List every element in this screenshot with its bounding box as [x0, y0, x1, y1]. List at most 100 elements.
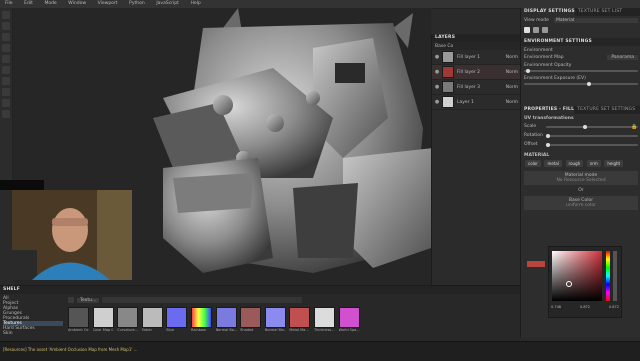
offset-label: Offset [524, 142, 538, 147]
tool-sidebar [0, 8, 13, 180]
visibility-eye-icon[interactable]: ● [434, 99, 440, 105]
camera-settings-icon[interactable] [524, 27, 530, 33]
paint-brush-icon[interactable] [2, 11, 10, 19]
menu-help[interactable]: Help [186, 0, 206, 8]
menu-mode[interactable]: Mode [39, 0, 61, 8]
shelf-item[interactable]: Normal Ba... [215, 306, 239, 332]
shelf-item[interactable]: Shaded [240, 306, 263, 332]
visibility-eye-icon[interactable]: ● [434, 69, 440, 75]
shelf-filter-chip[interactable]: Textu... [77, 297, 100, 303]
menu-javascript[interactable]: JavaScript [151, 0, 184, 8]
properties-fill-panel: PROPERTIES - FILL TEXTURE SET SETTINGS U… [520, 106, 640, 338]
clone-icon[interactable] [2, 66, 10, 74]
shelf-item[interactable]: Normal Ma... [264, 306, 288, 332]
shelf-item[interactable]: Metal Ma... [289, 306, 312, 332]
environment-opacity-slider[interactable] [524, 69, 638, 73]
layer-name: Fill layer 3 [457, 84, 481, 90]
menu-window[interactable]: Window [63, 0, 91, 8]
shelf-item[interactable]: Rainbow [190, 306, 214, 332]
layer-row[interactable]: ● Fill layer 3 Norm [432, 80, 520, 95]
layer-blend[interactable]: Norm [506, 100, 518, 105]
hue-slider[interactable] [606, 251, 610, 301]
dark-strip [0, 180, 44, 190]
smudge-icon[interactable] [2, 55, 10, 63]
layer-thumbnail [442, 96, 454, 108]
camera-icon[interactable] [2, 110, 10, 118]
status-bar: [Resources] The asset 'Ambient Occlusion… [0, 341, 640, 361]
shelf-item[interactable]: Ambient Oc... [68, 306, 91, 332]
channel-button-nrm[interactable]: nrm [586, 160, 601, 167]
close-icon[interactable] [542, 27, 548, 33]
blend-channel-label[interactable]: Base Co [435, 44, 453, 49]
alpha-slider[interactable] [613, 251, 617, 301]
tab-texture-set-list[interactable]: TEXTURE SET LIST [574, 8, 623, 16]
layer-name: Layer 1 [457, 99, 474, 105]
channel-button-metal[interactable]: metal [544, 160, 562, 167]
menu-python[interactable]: Python [124, 0, 150, 8]
bake-icon[interactable] [2, 99, 10, 107]
visibility-eye-icon[interactable]: ● [434, 54, 440, 60]
saturation-value-field[interactable] [552, 251, 602, 301]
tab-texture-set-settings[interactable]: TEXTURE SET SETTINGS [574, 106, 636, 114]
or-label: Or [578, 188, 584, 193]
shelf-item[interactable]: Color Map f... [92, 306, 116, 332]
channel-button-rough[interactable]: rough [565, 160, 584, 167]
layers-title: LAYERS [432, 34, 520, 42]
folder-icon[interactable] [68, 297, 74, 303]
color-value-b[interactable]: 0.872 [609, 305, 619, 309]
projection-icon[interactable] [2, 33, 10, 41]
presenter-video [12, 190, 132, 280]
shelf-title: SHELF [0, 286, 520, 294]
menu-viewport[interactable]: Viewport [93, 0, 123, 8]
layer-row[interactable]: ● Layer 1 Norm [432, 95, 520, 110]
layers-panel: LAYERS Base Co ● Fill layer 1 Norm ● Fil… [431, 34, 520, 285]
geometry-mask-icon[interactable] [2, 44, 10, 52]
layer-name: Fill layer 2 [457, 69, 481, 75]
tab-display-settings[interactable]: DISPLAY SETTINGS [521, 8, 575, 16]
color-picker[interactable]: 0.748 0.872 0.872 [548, 246, 622, 318]
no-resource-label: No Resource Selected [556, 178, 606, 183]
shelf-panel: SHELF All Project Alphas Grunges Procedu… [0, 285, 520, 342]
scale-label: Scale [524, 124, 537, 129]
picker-cursor[interactable] [566, 281, 572, 287]
view-mode-label: View mode [524, 18, 549, 23]
color-value-r[interactable]: 0.748 [551, 305, 561, 309]
menu-edit[interactable]: Edit [19, 0, 38, 8]
layer-row[interactable]: ● Fill layer 1 Norm [432, 50, 520, 65]
material-picker-icon[interactable] [2, 77, 10, 85]
color-swatch-accent[interactable] [527, 261, 545, 267]
environment-icon[interactable] [533, 27, 539, 33]
layer-thumbnail [442, 66, 454, 78]
layer-blend[interactable]: Norm [506, 85, 518, 90]
environment-exposure-slider[interactable] [524, 82, 638, 86]
shelf-item[interactable]: Thickness... [313, 306, 337, 332]
rotation-label: Rotation [524, 133, 543, 138]
offset-slider[interactable] [546, 142, 638, 147]
shelf-item[interactable]: Blue [166, 306, 189, 332]
rotation-slider[interactable] [546, 133, 638, 138]
visibility-eye-icon[interactable]: ● [434, 84, 440, 90]
layer-row-selected[interactable]: ● Fill layer 2 Norm [432, 65, 520, 80]
lock-icon[interactable]: 🔒 [631, 124, 637, 130]
tab-properties-fill[interactable]: PROPERTIES - FILL [521, 106, 575, 114]
environment-map-value[interactable]: Panorama [607, 55, 638, 60]
shelf-item[interactable]: World Spa... [338, 306, 362, 332]
scale-slider[interactable] [546, 124, 638, 129]
environment-section-title: ENVIRONMENT SETTINGS [521, 38, 640, 46]
layer-blend[interactable]: Norm [506, 55, 518, 60]
menu-file[interactable]: File [0, 0, 18, 8]
shelf-item[interactable]: Curvature... [117, 306, 140, 332]
shelf-item[interactable]: Fabric [141, 306, 165, 332]
environment-label: Environment [524, 48, 553, 53]
layer-blend[interactable]: Norm [506, 70, 518, 75]
uv-transformations-title: UV transformations [524, 116, 574, 121]
category-skin[interactable]: Skin [3, 331, 63, 336]
color-value-g[interactable]: 0.872 [580, 305, 590, 309]
eraser-icon[interactable] [2, 22, 10, 30]
channel-button-height[interactable]: height [604, 160, 624, 167]
polygon-fill-icon[interactable] [2, 88, 10, 96]
layer-thumbnail [442, 51, 454, 63]
shelf-search-input[interactable] [102, 297, 303, 303]
channel-button-color[interactable]: color [525, 160, 541, 167]
view-mode-dropdown[interactable]: Material [554, 18, 638, 23]
